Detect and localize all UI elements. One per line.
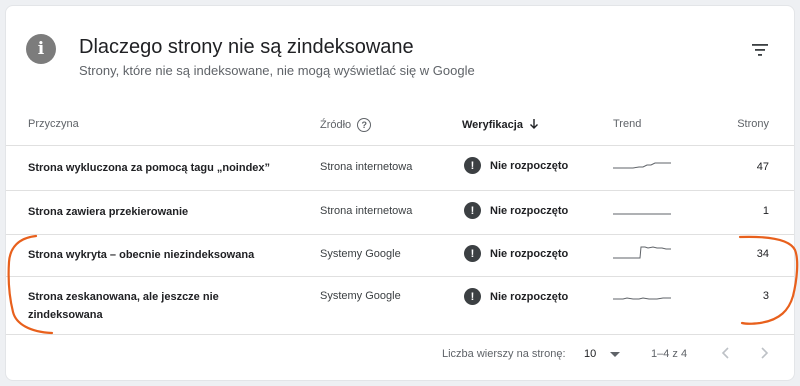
row-source: Strona internetowa — [320, 205, 413, 217]
card-header: i Dlaczego strony nie są zindeksowane St… — [6, 6, 794, 106]
report-card: i Dlaczego strony nie są zindeksowane St… — [5, 5, 795, 381]
row-status: ! Nie rozpoczęto — [464, 288, 568, 305]
row-status: ! Nie rozpoczęto — [464, 157, 568, 174]
page-subtitle: Strony, które nie są indeksowane, nie mo… — [79, 63, 475, 78]
help-icon[interactable]: ? — [357, 118, 372, 132]
column-header-source-label: Źródło — [320, 118, 352, 131]
row-reason: Strona wykryta – obecnie niezindeksowana — [28, 249, 255, 261]
divider — [6, 145, 794, 146]
trend-sparkline — [613, 213, 671, 215]
row-status: ! Nie rozpoczęto — [464, 202, 568, 219]
info-icon: i — [26, 34, 56, 64]
row-source: Strona internetowa — [320, 161, 413, 173]
rows-per-page-value: 10 — [584, 348, 597, 360]
row-source: Systemy Google — [320, 290, 401, 302]
row-status-label: Nie rozpoczęto — [490, 247, 569, 260]
divider — [6, 334, 794, 335]
row-reason: Strona zawiera przekierowanie — [28, 206, 189, 218]
exclamation-icon: ! — [464, 288, 481, 305]
trend-sparkline — [613, 246, 671, 259]
exclamation-icon: ! — [464, 202, 481, 219]
page-title: Dlaczego strony nie są zindeksowane — [79, 36, 414, 58]
pagination-range: 1–4 z 4 — [651, 348, 688, 360]
column-header-reason[interactable]: Przyczyna — [28, 118, 79, 130]
column-header-trend: Trend — [613, 118, 642, 130]
exclamation-icon: ! — [464, 245, 481, 262]
divider — [6, 190, 794, 191]
column-header-pages[interactable]: Strony — [737, 118, 769, 130]
column-header-verification[interactable]: Weryfikacja — [462, 118, 539, 131]
rows-per-page-select[interactable]: 10 — [584, 348, 621, 360]
dropdown-arrow-icon — [610, 351, 621, 357]
chevron-left-icon[interactable] — [719, 346, 733, 360]
filter-icon[interactable] — [752, 44, 768, 56]
row-status-label: Nie rozpoczęto — [490, 159, 569, 172]
divider — [6, 276, 794, 277]
row-source: Systemy Google — [320, 248, 401, 260]
column-header-verification-label: Weryfikacja — [462, 119, 523, 131]
chevron-right-icon[interactable] — [757, 346, 771, 360]
trend-sparkline — [613, 297, 671, 300]
row-status-label: Nie rozpoczęto — [490, 204, 569, 217]
trend-sparkline — [613, 162, 671, 169]
row-pages: 47 — [756, 161, 769, 173]
column-header-source[interactable]: Źródło? — [320, 118, 372, 132]
rows-per-page-label: Liczba wierszy na stronę: — [442, 348, 566, 360]
row-pages: 34 — [756, 248, 769, 260]
row-pages: 3 — [762, 290, 769, 302]
divider — [6, 234, 794, 235]
row-reason: Strona zeskanowana, ale jeszcze nie zind… — [28, 291, 219, 321]
exclamation-icon: ! — [464, 157, 481, 174]
arrow-down-icon — [529, 119, 538, 129]
row-reason: Strona wykluczona za pomocą tagu „noinde… — [28, 162, 271, 174]
row-pages: 1 — [762, 205, 769, 217]
row-status: ! Nie rozpoczęto — [464, 245, 568, 262]
row-status-label: Nie rozpoczęto — [490, 290, 569, 303]
